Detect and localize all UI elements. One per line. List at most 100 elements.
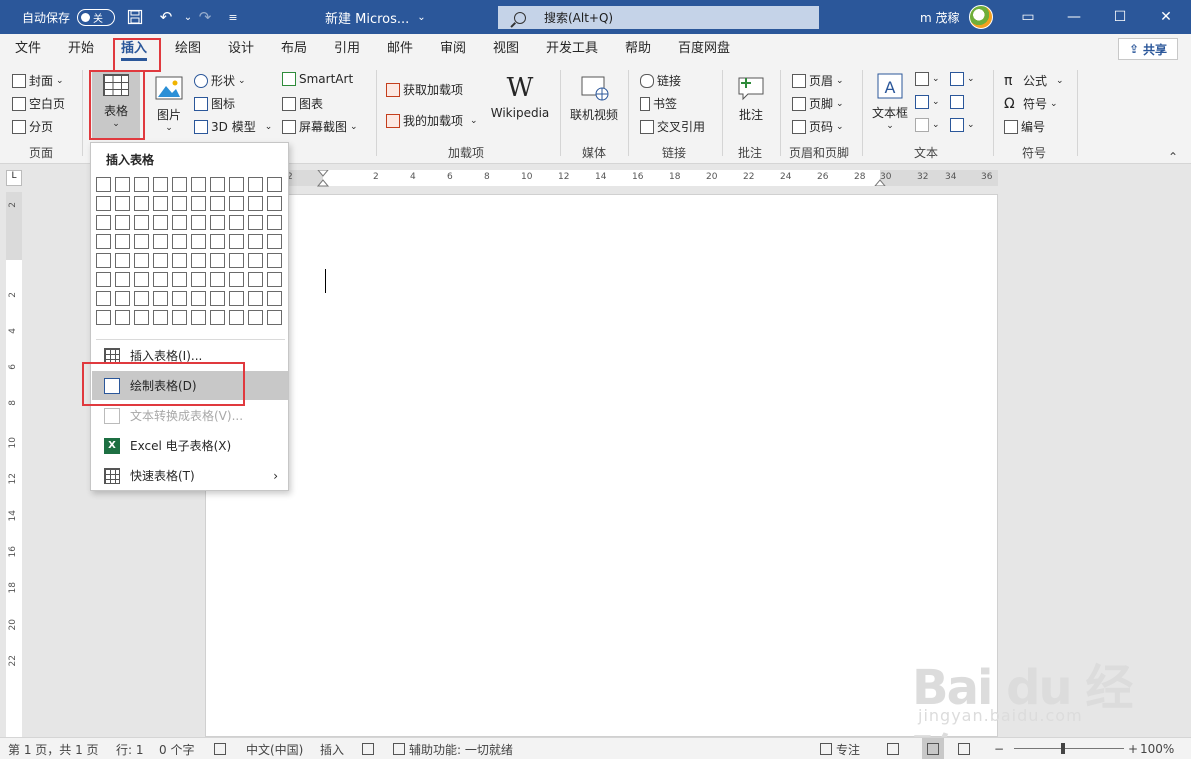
- zoom-in-button[interactable]: +: [1128, 738, 1138, 759]
- grid-cell[interactable]: [229, 272, 244, 287]
- screenshot-button[interactable]: 屏幕截图 ⌄: [282, 118, 358, 135]
- undo-icon[interactable]: ↶: [155, 0, 177, 34]
- grid-cell[interactable]: [210, 177, 225, 192]
- zoom-level[interactable]: 100%: [1140, 738, 1174, 759]
- word-count[interactable]: 0 个字: [159, 738, 194, 759]
- grid-cell[interactable]: [172, 234, 187, 249]
- grid-cell[interactable]: [134, 310, 149, 325]
- grid-cell[interactable]: [210, 253, 225, 268]
- ribbon-display-options-button[interactable]: ▭: [1005, 0, 1051, 34]
- online-video-button[interactable]: 联机视频: [568, 74, 620, 123]
- share-button[interactable]: ⇪ 共享: [1118, 38, 1178, 60]
- grid-cell[interactable]: [134, 196, 149, 211]
- grid-cell[interactable]: [134, 272, 149, 287]
- grid-cell[interactable]: [96, 234, 111, 249]
- symbol-button[interactable]: Ω 符号 ⌄: [1004, 95, 1058, 112]
- grid-cell[interactable]: [267, 196, 282, 211]
- grid-cell[interactable]: [172, 310, 187, 325]
- grid-cell[interactable]: [248, 215, 263, 230]
- document-title[interactable]: 新建 Micros... ⌄: [325, 0, 426, 34]
- cross-reference-button[interactable]: 交叉引用: [640, 118, 705, 135]
- zoom-out-button[interactable]: −: [994, 738, 1004, 759]
- language[interactable]: 中文(中国): [246, 738, 303, 759]
- grid-cell[interactable]: [210, 215, 225, 230]
- equation-button[interactable]: π 公式 ⌄: [1004, 72, 1064, 89]
- grid-cell[interactable]: [115, 310, 130, 325]
- icons-button[interactable]: 图标: [194, 95, 235, 112]
- bookmark-button[interactable]: 书签: [640, 95, 677, 112]
- grid-cell[interactable]: [229, 310, 244, 325]
- grid-cell[interactable]: [153, 291, 168, 306]
- grid-cell[interactable]: [115, 234, 130, 249]
- signature-line-button[interactable]: ⌄: [950, 72, 975, 86]
- grid-cell[interactable]: [191, 272, 206, 287]
- macro-icon[interactable]: [362, 738, 374, 759]
- grid-cell[interactable]: [267, 177, 282, 192]
- grid-cell[interactable]: [172, 291, 187, 306]
- drop-cap-button[interactable]: ⌄: [915, 118, 940, 132]
- get-addins-button[interactable]: 获取加载项: [386, 81, 463, 98]
- document-page[interactable]: [205, 194, 998, 737]
- tab-layout[interactable]: 布局: [281, 34, 307, 64]
- grid-cell[interactable]: [115, 253, 130, 268]
- grid-cell[interactable]: [172, 177, 187, 192]
- grid-cell[interactable]: [153, 272, 168, 287]
- wordart-button[interactable]: ⌄: [915, 95, 940, 109]
- zoom-slider[interactable]: [1014, 748, 1124, 749]
- grid-cell[interactable]: [153, 215, 168, 230]
- line-number[interactable]: 行: 1: [116, 738, 144, 759]
- grid-cell[interactable]: [267, 310, 282, 325]
- quick-tables-item[interactable]: 快速表格(T) ›: [92, 461, 288, 490]
- avatar[interactable]: [969, 5, 993, 29]
- grid-cell[interactable]: [153, 310, 168, 325]
- grid-cell[interactable]: [210, 310, 225, 325]
- grid-cell[interactable]: [191, 196, 206, 211]
- grid-cell[interactable]: [191, 291, 206, 306]
- minimize-button[interactable]: —: [1051, 0, 1097, 34]
- excel-spreadsheet-item[interactable]: X Excel 电子表格(X): [92, 431, 288, 460]
- grid-cell[interactable]: [134, 234, 149, 249]
- tab-mailings[interactable]: 邮件: [387, 34, 413, 64]
- my-addins-button[interactable]: 我的加载项 ⌄: [386, 112, 478, 129]
- tab-file[interactable]: 文件: [15, 34, 41, 64]
- chart-button[interactable]: 图表: [282, 95, 323, 112]
- collapse-ribbon-icon[interactable]: ⌃: [1168, 150, 1178, 164]
- vertical-ruler[interactable]: 2 2 4 6 8 10 12 14 16 18 20 22: [6, 192, 22, 737]
- grid-cell[interactable]: [248, 253, 263, 268]
- tab-references[interactable]: 引用: [334, 34, 360, 64]
- grid-cell[interactable]: [248, 272, 263, 287]
- web-layout-button[interactable]: [958, 738, 970, 759]
- 3d-models-button[interactable]: 3D 模型 ⌄: [194, 118, 272, 135]
- page-count[interactable]: 第 1 页，共 1 页: [8, 738, 99, 759]
- indent-marker-icon[interactable]: [317, 170, 329, 192]
- grid-cell[interactable]: [115, 215, 130, 230]
- grid-cell[interactable]: [96, 310, 111, 325]
- grid-cell[interactable]: [134, 253, 149, 268]
- grid-cell[interactable]: [229, 253, 244, 268]
- shapes-button[interactable]: 形状 ⌄: [194, 72, 246, 89]
- user-name[interactable]: m 茂稼: [920, 0, 960, 34]
- read-mode-button[interactable]: [887, 738, 899, 759]
- page-break-button[interactable]: 分页: [12, 118, 53, 135]
- grid-cell[interactable]: [134, 291, 149, 306]
- tab-baidu-netdisk[interactable]: 百度网盘: [678, 34, 730, 64]
- smartart-button[interactable]: SmartArt: [282, 72, 353, 86]
- grid-cell[interactable]: [267, 272, 282, 287]
- grid-cell[interactable]: [172, 253, 187, 268]
- date-time-button[interactable]: [950, 95, 964, 109]
- tab-selector[interactable]: L: [6, 170, 22, 186]
- grid-cell[interactable]: [248, 196, 263, 211]
- grid-cell[interactable]: [210, 234, 225, 249]
- grid-cell[interactable]: [96, 253, 111, 268]
- blank-page-button[interactable]: 空白页: [12, 95, 65, 112]
- text-box-button[interactable]: A 文本框 ⌄: [870, 72, 910, 131]
- accessibility-status[interactable]: 辅助功能: 一切就绪: [393, 738, 513, 759]
- grid-cell[interactable]: [115, 272, 130, 287]
- maximize-button[interactable]: ☐: [1097, 0, 1143, 34]
- grid-cell[interactable]: [153, 253, 168, 268]
- grid-cell[interactable]: [210, 196, 225, 211]
- grid-cell[interactable]: [229, 196, 244, 211]
- grid-cell[interactable]: [191, 234, 206, 249]
- quick-parts-button[interactable]: ⌄: [915, 72, 940, 86]
- grid-cell[interactable]: [229, 291, 244, 306]
